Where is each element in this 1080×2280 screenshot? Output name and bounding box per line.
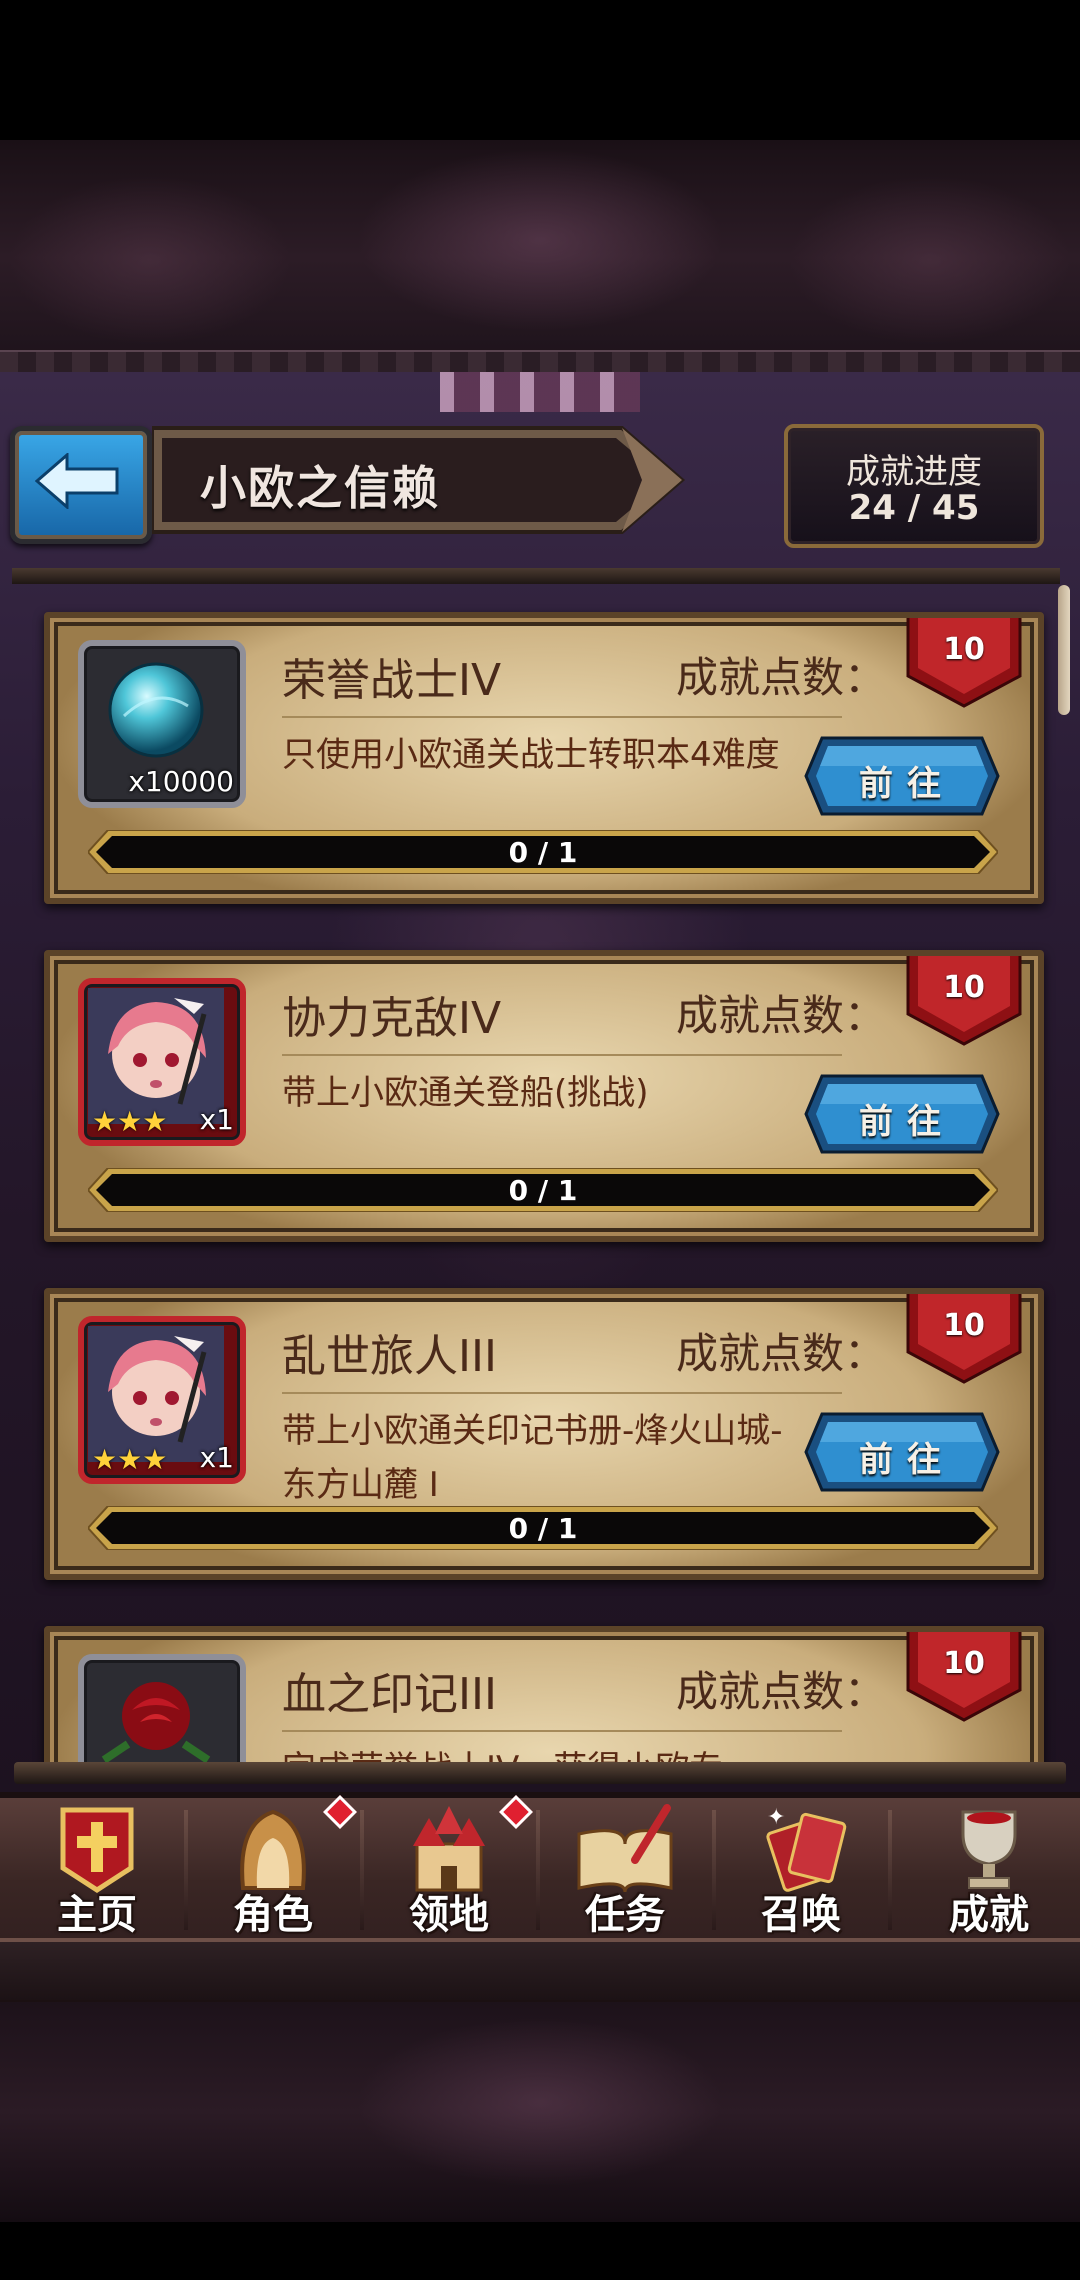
achievement-description: 带上小欧通关登船(挑战)	[282, 1073, 649, 1113]
star-rating: ★★★	[92, 1105, 168, 1138]
top-decor-band	[0, 140, 1080, 375]
nav-home[interactable]: 主页	[12, 1800, 182, 1940]
go-button[interactable]: 前往	[804, 1412, 1000, 1492]
achievement-card: 血之印记III 成就点数： 10 完成荣誉战士IV，获得小欧专	[44, 1626, 1044, 1770]
trophy-icon	[961, 1810, 1017, 1889]
nav-separator	[888, 1810, 892, 1930]
nav-quest[interactable]: 任务	[540, 1800, 710, 1940]
achievement-card: ★★★ x1 协力克敌IV 成就点数： 10 带上小欧通关登船(挑战) 前往 0…	[44, 950, 1044, 1242]
achievement-description: 带上小欧通关印记书册-烽火山城-东方山麓 I	[282, 1411, 783, 1505]
nav-bottom-strip	[0, 1938, 1080, 2004]
bottom-decor-band	[0, 2002, 1080, 2222]
points-value: 10	[943, 1308, 985, 1343]
nav-achievement[interactable]: 成就	[904, 1800, 1074, 1940]
page-title: 小欧之信赖	[200, 461, 440, 515]
progress-text: 0 / 1	[508, 1174, 578, 1207]
go-label: 前往	[859, 764, 955, 804]
points-label: 成就点数：	[676, 1329, 887, 1378]
quest-book-icon	[577, 1804, 673, 1893]
go-label: 前往	[859, 1102, 955, 1142]
points-label: 成就点数：	[676, 1667, 887, 1716]
progress-text: 0 / 1	[508, 1512, 578, 1545]
reward-count: x10000	[128, 765, 234, 798]
svg-text:✦: ✦	[767, 1805, 785, 1830]
card-divider	[282, 716, 842, 718]
achievement-name: 协力克敌IV	[282, 993, 502, 1044]
nav-label: 成就	[949, 1892, 1029, 1938]
reward-count: x1	[199, 1441, 234, 1474]
achievement-description: 只使用小欧通关战士转职本4难度	[282, 735, 780, 775]
progress-text: 0 / 1	[508, 836, 578, 869]
achievement-name: 荣誉战士IV	[282, 655, 502, 706]
list-scrollbar[interactable]	[1058, 585, 1070, 715]
points-label: 成就点数：	[676, 653, 887, 702]
nav-label: 主页	[57, 1892, 137, 1938]
card-divider	[282, 1054, 842, 1056]
go-label: 前往	[859, 1440, 955, 1480]
nav-label: 角色	[233, 1892, 313, 1938]
summon-cards-icon: ✦	[766, 1805, 847, 1892]
achievement-card: x10000 荣誉战士IV 成就点数： 10 只使用小欧通关战士转职本4难度 前…	[44, 612, 1044, 904]
nav-label: 领地	[409, 1892, 489, 1938]
list-frame-bottom	[14, 1762, 1066, 1784]
achievement-card: ★★★ x1 乱世旅人III 成就点数： 10 带上小欧通关印记书册-烽火山城-…	[44, 1288, 1044, 1580]
stained-window-decor	[440, 372, 640, 412]
nav-label: 任务	[585, 1892, 665, 1938]
nav-summon[interactable]: ✦ 召唤	[716, 1800, 886, 1940]
reward-icon-frame[interactable]: x10000	[78, 640, 246, 808]
back-button[interactable]	[10, 426, 152, 544]
progress-bar: 0 / 1	[88, 830, 998, 874]
card-divider	[282, 1392, 842, 1394]
card-divider	[282, 1730, 842, 1732]
achievement-name: 乱世旅人III	[282, 1331, 497, 1382]
progress-bar: 0 / 1	[88, 1506, 998, 1550]
castle-icon	[413, 1806, 485, 1892]
list-frame-top	[12, 568, 1060, 584]
progress-label: 成就进度	[846, 452, 982, 492]
home-banner-icon	[60, 1807, 134, 1893]
reward-icon-frame[interactable]	[78, 1654, 246, 1770]
points-value: 10	[943, 632, 985, 667]
progress-bar: 0 / 1	[88, 1168, 998, 1212]
reward-icon-frame[interactable]: ★★★ x1	[78, 1316, 246, 1484]
achievement-name: 血之印记III	[282, 1669, 497, 1720]
character-hood-icon	[240, 1809, 306, 1890]
achievement-progress-box: 成就进度 24 / 45	[784, 424, 1044, 548]
points-value: 10	[943, 970, 985, 1005]
points-value: 10	[943, 1646, 985, 1681]
progress-value: 24 / 45	[848, 488, 980, 528]
go-button[interactable]: 前往	[804, 736, 1000, 816]
points-label: 成就点数：	[676, 991, 887, 1040]
go-button[interactable]: 前往	[804, 1074, 1000, 1154]
nav-label: 召唤	[761, 1892, 841, 1938]
red-rose-icon	[101, 1682, 211, 1764]
back-arrow-icon	[35, 453, 119, 509]
star-rating: ★★★	[92, 1443, 168, 1476]
reward-count: x1	[199, 1103, 234, 1136]
list-clip: 血之印记III 成就点数： 10 完成荣誉战士IV，获得小欧专	[0, 1620, 1080, 1770]
reward-icon-frame[interactable]: ★★★ x1	[78, 978, 246, 1146]
